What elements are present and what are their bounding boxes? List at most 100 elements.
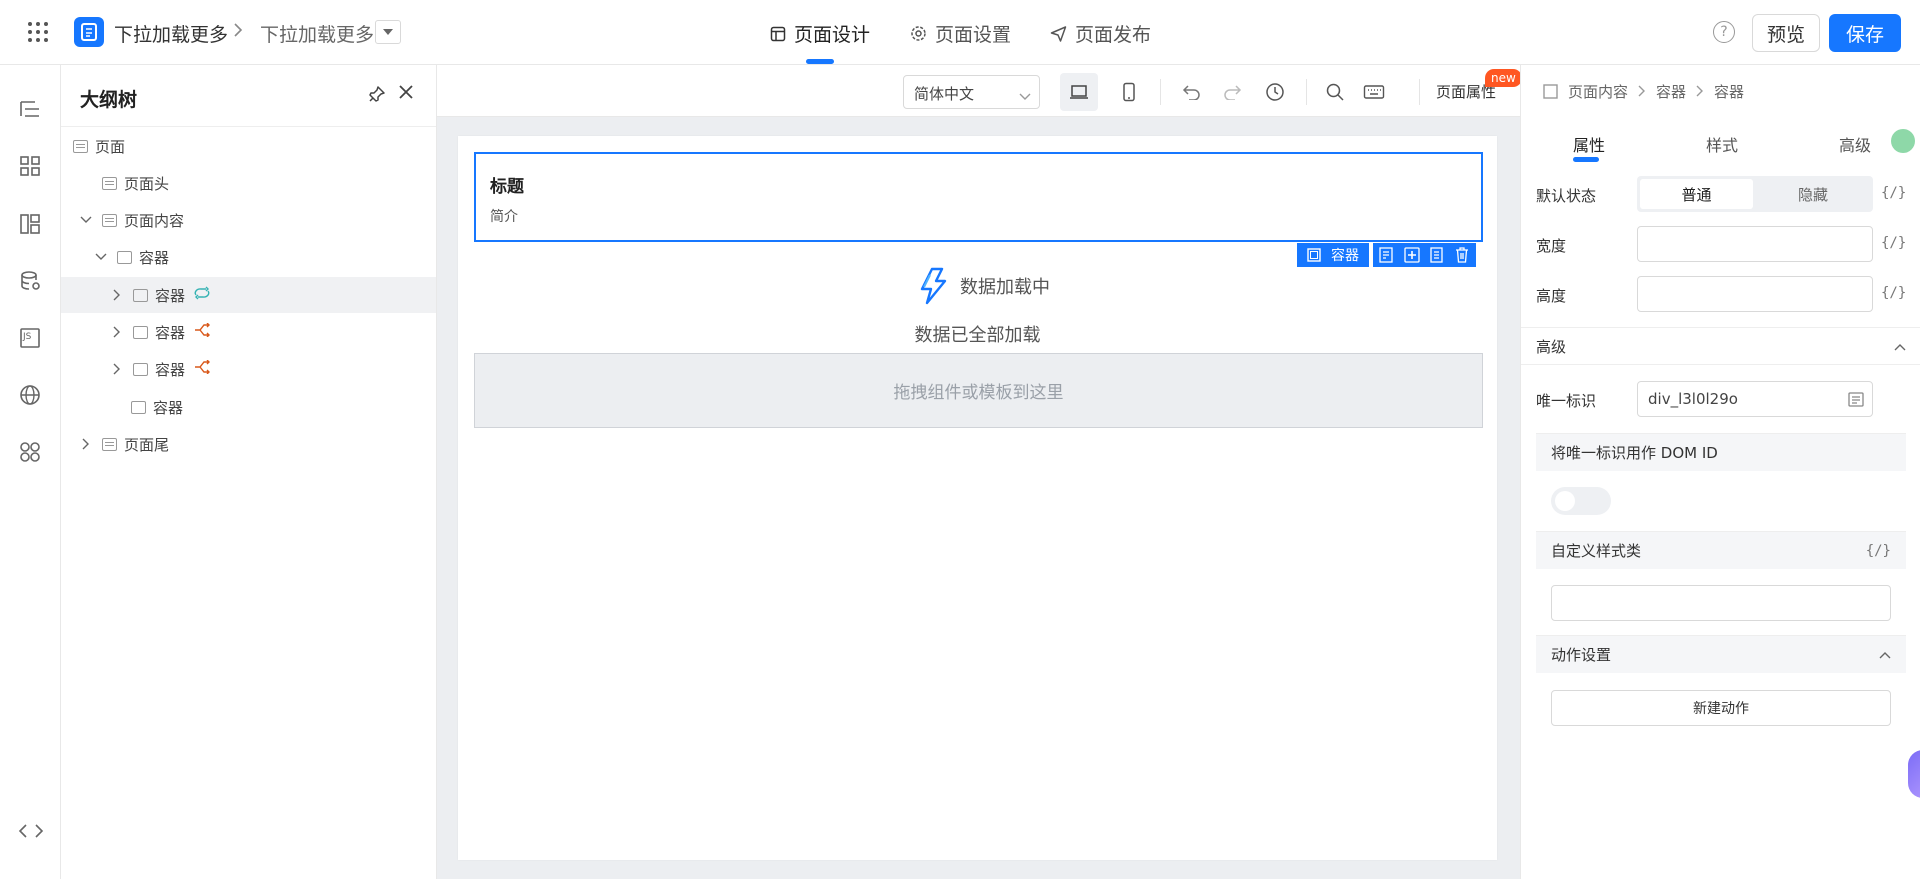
tab-advanced[interactable]: 高级 [1839,132,1871,156]
language-select[interactable]: 简体中文 [903,75,1040,109]
tree-node-page-header[interactable]: 页面头 [61,165,436,201]
tree-node-label: 容器 [139,248,170,267]
help-icon[interactable]: ? [1713,21,1735,43]
state-normal-option[interactable]: 普通 [1640,179,1753,209]
outline-tree-icon[interactable] [18,97,42,121]
close-icon[interactable] [397,83,415,105]
tab-label: 页面设置 [935,24,1012,46]
tab-styles[interactable]: 样式 [1706,132,1738,156]
tree-node-container-condition[interactable]: 容器 [61,314,436,350]
new-badge: new [1485,69,1522,87]
page-icon [73,139,88,153]
action-settings-header[interactable]: 动作设置 [1536,635,1906,673]
copy-icon[interactable] [1848,392,1864,407]
page-switch-dropdown[interactable] [375,20,401,44]
toggle-knob [1555,491,1575,511]
insert-before-icon[interactable] [1378,246,1396,264]
tree-node-label: 容器 [153,398,184,417]
apps-menu-icon[interactable] [26,20,50,44]
keyboard-icon[interactable] [1355,73,1393,111]
condition-branch-icon [193,322,211,341]
redo-icon[interactable] [1214,73,1252,111]
delete-icon[interactable] [1453,246,1471,264]
expression-toggle[interactable]: {/} [1881,185,1906,201]
expression-toggle[interactable]: {/} [1866,543,1891,559]
chevron-right-icon[interactable] [80,438,92,450]
container-icon [133,362,148,376]
preview-button[interactable]: 预览 [1752,14,1820,52]
custom-class-input[interactable] [1551,585,1891,621]
desktop-view-icon[interactable] [1060,73,1098,111]
custom-class-header: 自定义样式类 {/} [1536,531,1906,569]
outline-header: 大纲树 [61,65,436,127]
assistant-float-button[interactable] [1908,750,1920,798]
expression-toggle[interactable]: {/} [1881,235,1906,251]
undo-icon[interactable] [1172,73,1210,111]
tree-node-label: 页面头 [124,174,170,193]
height-input[interactable] [1637,276,1873,312]
search-icon[interactable] [1316,73,1354,111]
chevron-right-icon[interactable] [111,326,123,338]
tree-node-page-content[interactable]: 页面内容 [61,202,436,238]
advanced-section-header[interactable]: 高级 [1521,327,1920,365]
save-button[interactable]: 保存 [1829,14,1901,52]
drop-zone[interactable]: 拖拽组件或模板到这里 [474,353,1483,428]
code-view-icon[interactable] [18,822,44,844]
globe-icon[interactable] [18,383,42,407]
container-icon [133,288,148,302]
new-action-button[interactable]: 新建动作 [1551,690,1891,726]
add-child-icon[interactable] [1403,246,1421,264]
lightning-icon [920,267,947,305]
tree-node-page[interactable]: 页面 [61,128,436,164]
breadcrumb-app[interactable]: 下拉加载更多 [114,20,228,47]
copy-icon[interactable] [1428,246,1446,264]
breadcrumb-separator-icon [232,22,244,42]
selection-toolbar: 容器 [1297,243,1476,267]
layout-templates-icon[interactable] [18,212,42,236]
loop-icon [193,286,211,304]
history-icon[interactable] [1256,73,1294,111]
chevron-down-icon[interactable] [95,251,107,263]
tree-node-container[interactable]: 容器 [61,389,436,425]
loading-text: 数据加载中 [960,277,1050,298]
tab-page-design[interactable]: 页面设计 [770,20,870,47]
mobile-view-icon[interactable] [1110,73,1148,111]
pin-icon[interactable] [368,85,386,107]
chevron-right-icon[interactable] [111,363,123,375]
chevron-right-icon[interactable] [111,289,123,301]
unique-id-input[interactable]: div_l3l0l29o [1637,381,1873,417]
page-icon [102,176,117,190]
tab-page-settings[interactable]: 页面设置 [910,20,1011,47]
breadcrumb-item[interactable]: 容器 [1714,81,1744,102]
breadcrumb-page[interactable]: 下拉加载更多 [260,20,374,47]
plugins-icon[interactable] [18,440,42,464]
datasource-icon[interactable] [18,269,42,293]
properties-panel: 页面内容 容器 容器 属性 样式 高级 默认状态 普通 隐藏 {/} 宽度 {/… [1520,65,1920,879]
tree-node-container[interactable]: 容器 [61,239,436,275]
chevron-down-icon[interactable] [80,214,92,226]
state-hidden-option[interactable]: 隐藏 [1756,179,1870,209]
tree-node-container-condition[interactable]: 容器 [61,351,436,387]
components-icon[interactable] [18,154,42,178]
width-input[interactable] [1637,226,1873,262]
breadcrumb-item[interactable]: 页面内容 [1568,81,1628,102]
tree-node-container-loop[interactable]: 容器 [61,277,436,313]
height-label: 高度 [1536,287,1567,305]
container-icon [131,400,146,414]
container-icon [133,325,148,339]
js-icon[interactable]: JS [18,326,42,350]
tab-properties[interactable]: 属性 [1573,132,1605,156]
expression-toggle[interactable]: {/} [1881,285,1906,301]
outline-panel: 大纲树 页面 页面头 页面内容 容器 容器 容器 容器 容器 页面尾 [61,65,437,879]
dom-id-toggle[interactable] [1551,487,1611,515]
breadcrumb-item[interactable]: 容器 [1656,81,1686,102]
unique-id-value: div_l3l0l29o [1648,390,1738,408]
page-icon [102,213,117,227]
active-tab-indicator [1573,157,1599,162]
tab-page-publish[interactable]: 页面发布 [1050,20,1151,47]
active-tab-indicator [806,59,834,64]
selection-tag[interactable]: 容器 [1297,243,1369,267]
tree-node-page-footer[interactable]: 页面尾 [61,426,436,462]
tree-node-label: 容器 [155,360,186,379]
selected-container-hero[interactable]: 标题 简介 [474,152,1483,242]
